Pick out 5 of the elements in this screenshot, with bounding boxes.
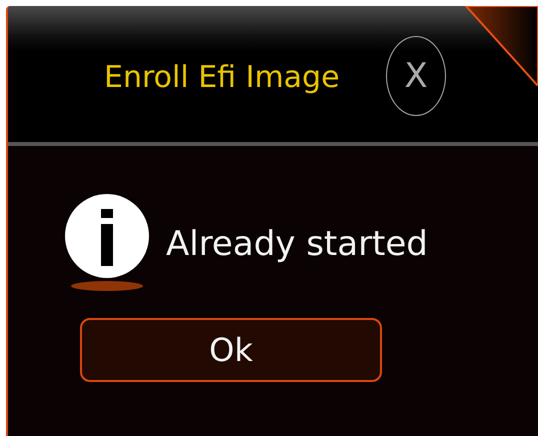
close-button[interactable]: X bbox=[386, 36, 446, 116]
info-icon bbox=[64, 194, 150, 294]
message-text: Already started bbox=[166, 222, 428, 266]
ok-button[interactable]: Ok bbox=[80, 318, 382, 382]
dialog-title: Enroll Efi Image bbox=[103, 63, 340, 93]
